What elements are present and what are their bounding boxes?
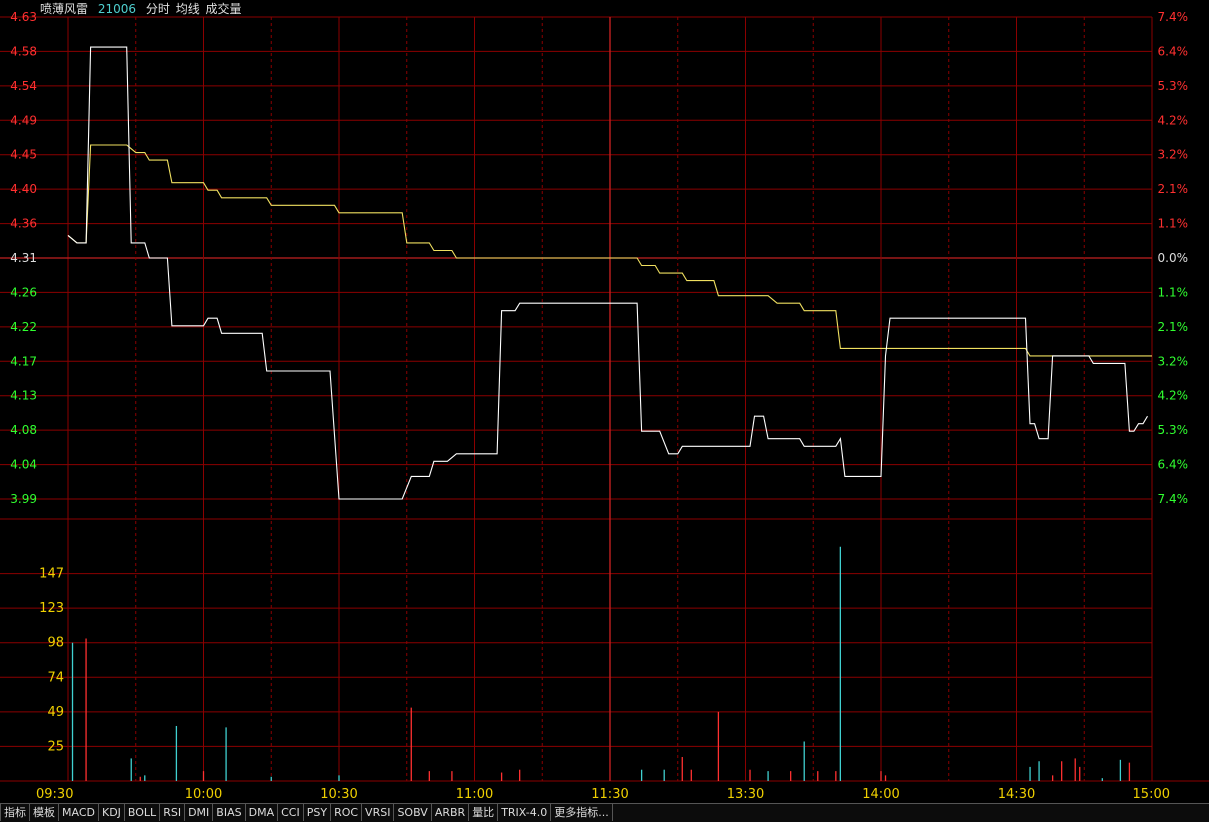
indicator-volume: 成交量 bbox=[205, 2, 242, 16]
price-tick-label: 4.13 bbox=[10, 389, 37, 403]
time-axis-label: 13:30 bbox=[727, 787, 764, 802]
volume-tick-label: 147 bbox=[39, 567, 64, 582]
pct-tick-label: 2.1% bbox=[1158, 320, 1189, 334]
price-tick-label: 4.45 bbox=[10, 148, 37, 162]
time-axis-label: 09:30 bbox=[36, 787, 73, 802]
time-axis-label: 15:00 bbox=[1133, 787, 1170, 802]
time-axis-label: 11:30 bbox=[591, 787, 628, 802]
price-tick-label: 4.36 bbox=[10, 217, 37, 231]
stock-name: 喷薄风雷 bbox=[40, 2, 89, 16]
price-tick-label: 4.49 bbox=[10, 113, 37, 127]
tab-kdj[interactable]: KDJ bbox=[99, 804, 125, 821]
price-tick-label: 3.99 bbox=[10, 492, 37, 506]
tab-volume-ratio[interactable]: 量比 bbox=[469, 804, 499, 821]
pct-tick-label: 7.4% bbox=[1158, 492, 1189, 506]
intraday-chart[interactable]: 4.63 7.4% 4.58 6.4% 4.54 5.3% 4.49 4.2% 4.45 3.2%… bbox=[0, 0, 1209, 803]
tab-trix[interactable]: TRIX-4.0 bbox=[498, 804, 552, 821]
price-tick-label: 4.26 bbox=[10, 285, 37, 299]
price-tick-label: 4.04 bbox=[10, 458, 37, 472]
tab-indicator[interactable]: 指标 bbox=[0, 804, 30, 821]
tab-cci[interactable]: CCI bbox=[278, 804, 304, 821]
volume-tick-label: 25 bbox=[47, 739, 64, 754]
time-axis-label: 14:30 bbox=[998, 787, 1035, 802]
tab-rsi[interactable]: RSI bbox=[160, 804, 186, 821]
price-tick-label: 4.08 bbox=[10, 423, 37, 437]
tab-psy[interactable]: PSY bbox=[304, 804, 332, 821]
volume-tick-label: 98 bbox=[47, 636, 64, 651]
pct-tick-label: 4.2% bbox=[1158, 113, 1189, 127]
price-line bbox=[67, 46, 1148, 500]
time-axis-label: 10:30 bbox=[320, 787, 357, 802]
pct-tick-label: 1.1% bbox=[1158, 285, 1189, 299]
chart-title-bar: 喷薄风雷 21006 分时 均线 成交量 bbox=[40, 1, 248, 17]
pct-tick-label: 5.3% bbox=[1158, 423, 1189, 437]
price-tick-label: 4.22 bbox=[10, 320, 37, 334]
price-tick-label: 4.31 bbox=[10, 251, 37, 265]
tab-macd[interactable]: MACD bbox=[59, 804, 99, 821]
pct-tick-label: 1.1% bbox=[1158, 217, 1189, 231]
tab-dma[interactable]: DMA bbox=[246, 804, 279, 821]
pct-tick-label: 3.2% bbox=[1158, 354, 1189, 368]
stock-code: 21006 bbox=[97, 2, 137, 16]
tab-roc[interactable]: ROC bbox=[331, 804, 363, 821]
volume-tick-label: 74 bbox=[47, 670, 64, 685]
pct-tick-label: 3.2% bbox=[1158, 148, 1189, 162]
tab-sobv[interactable]: SOBV bbox=[394, 804, 432, 821]
pct-tick-label: 6.4% bbox=[1158, 44, 1189, 58]
pct-tick-label: 7.4% bbox=[1158, 10, 1189, 24]
volume-tick-label: 49 bbox=[47, 705, 64, 720]
tab-template[interactable]: 模板 bbox=[30, 804, 59, 821]
pct-tick-label: 2.1% bbox=[1158, 182, 1189, 196]
price-tick-label: 4.58 bbox=[10, 44, 37, 58]
tab-vrsi[interactable]: VRSI bbox=[362, 804, 395, 821]
pct-tick-label: 6.4% bbox=[1158, 458, 1189, 472]
time-axis-label: 11:00 bbox=[456, 787, 493, 802]
indicator-tab-bar: 指标 模板 MACD KDJ BOLL RSI DMI BIAS DMA CCI… bbox=[0, 803, 1209, 822]
tab-arbr[interactable]: ARBR bbox=[432, 804, 470, 821]
time-axis-label: 10:00 bbox=[185, 787, 222, 802]
volume-tick-label: 123 bbox=[39, 601, 64, 616]
tab-more-indicators[interactable]: 更多指标... bbox=[551, 804, 613, 821]
price-tick-label: 4.63 bbox=[10, 10, 37, 24]
pct-tick-label: 4.2% bbox=[1158, 389, 1189, 403]
indicator-avg-line: 均线 bbox=[175, 2, 200, 16]
price-tick-label: 4.54 bbox=[10, 79, 37, 93]
tab-bias[interactable]: BIAS bbox=[213, 804, 246, 821]
indicator-minute: 分时 bbox=[145, 2, 170, 16]
tab-boll[interactable]: BOLL bbox=[125, 804, 161, 821]
pct-tick-label: 0.0% bbox=[1158, 251, 1189, 265]
tab-dmi[interactable]: DMI bbox=[185, 804, 214, 821]
pct-tick-label: 5.3% bbox=[1158, 79, 1189, 93]
price-tick-label: 4.40 bbox=[10, 182, 37, 196]
time-axis-label: 14:00 bbox=[862, 787, 899, 802]
price-tick-label: 4.17 bbox=[10, 354, 37, 368]
